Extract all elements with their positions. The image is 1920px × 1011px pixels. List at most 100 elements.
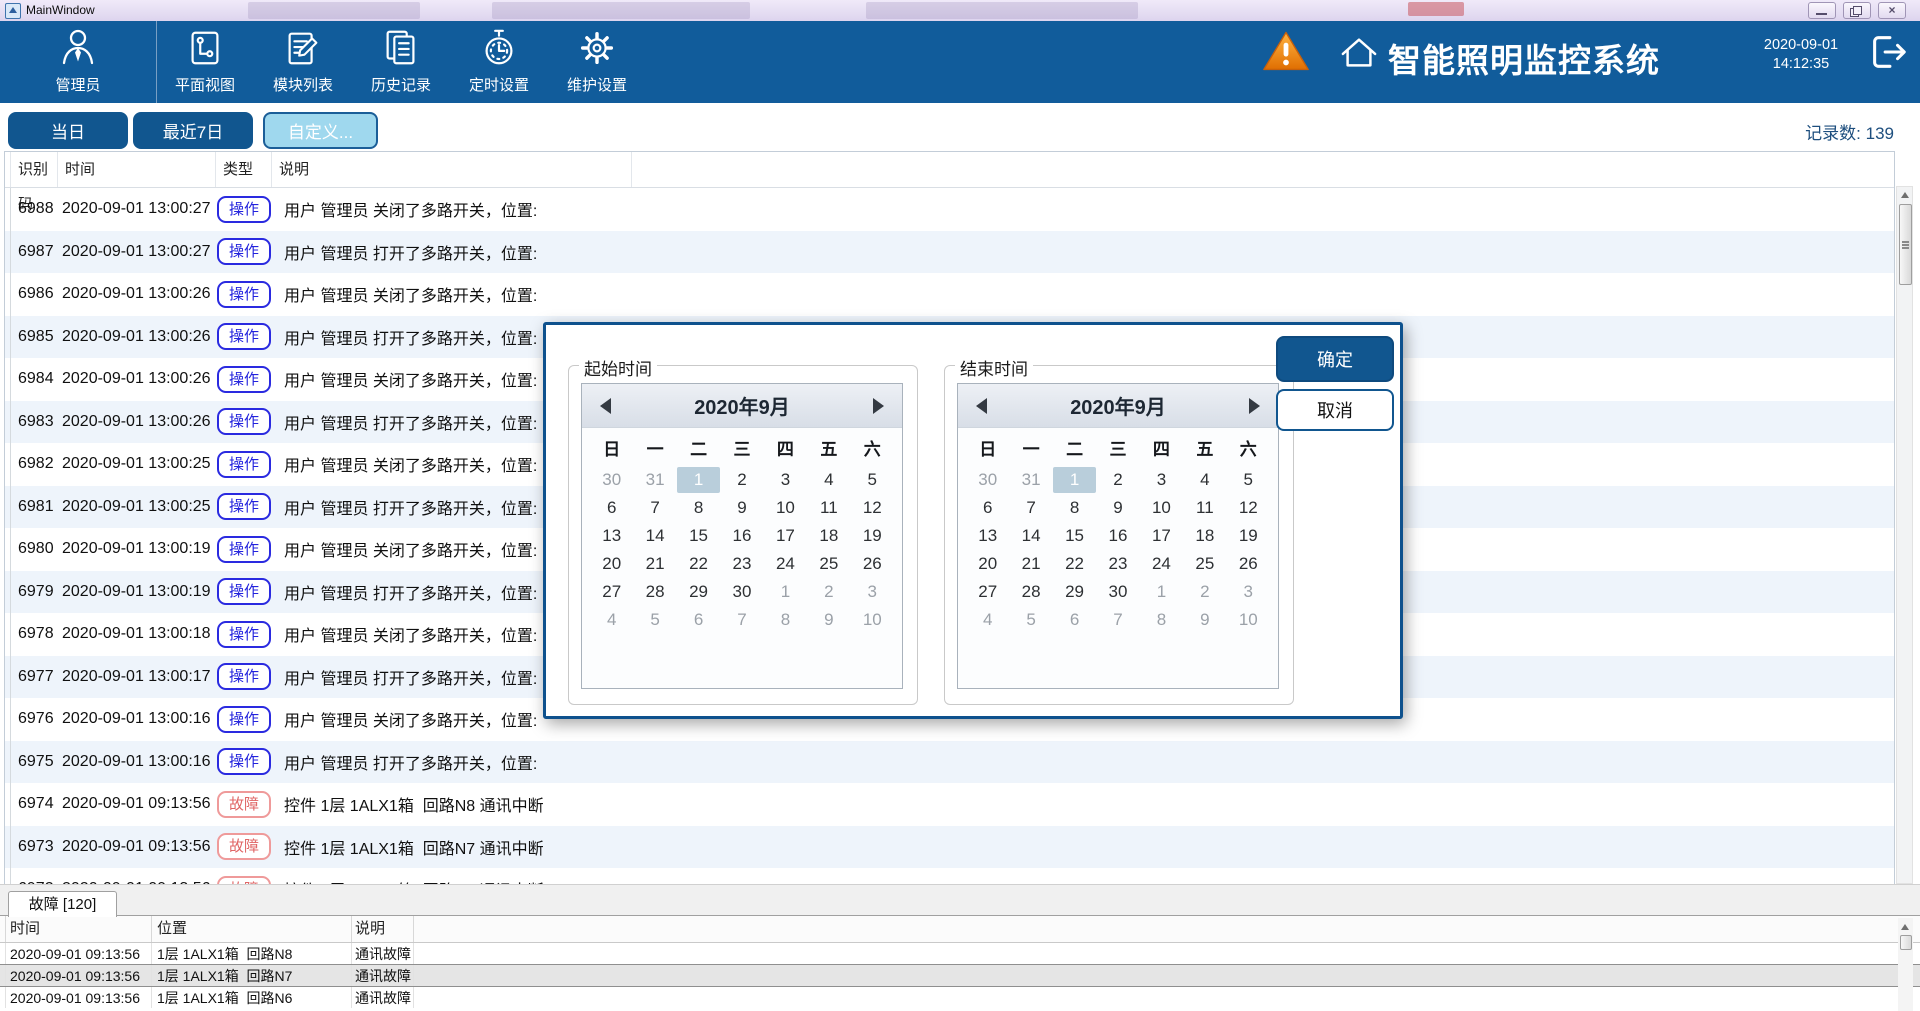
calendar-day[interactable]: 7 xyxy=(720,607,763,633)
calendar-day[interactable]: 24 xyxy=(1140,551,1183,577)
calendar-day[interactable]: 6 xyxy=(966,495,1009,521)
calendar-day[interactable]: 9 xyxy=(807,607,850,633)
calendar-day[interactable]: 10 xyxy=(851,607,894,633)
calendar-day[interactable]: 3 xyxy=(851,579,894,605)
calendar-day[interactable]: 5 xyxy=(851,467,894,493)
column-header-desc[interactable]: 说明 xyxy=(272,152,632,187)
calendar-day[interactable]: 11 xyxy=(807,495,850,521)
column-header-time[interactable]: 时间 xyxy=(58,152,216,187)
calendar-day[interactable]: 7 xyxy=(633,495,676,521)
table-row[interactable]: 6974 2020-09-01 09:13:56 故障 控件 1层 1ALX1箱… xyxy=(5,783,1894,826)
calendar-day[interactable]: 3 xyxy=(1227,579,1270,605)
calendar-day[interactable]: 1 xyxy=(677,467,720,493)
calendar-day[interactable]: 17 xyxy=(764,523,807,549)
calendar-day[interactable]: 12 xyxy=(1227,495,1270,521)
filter-custom-button[interactable]: 自定义... xyxy=(263,112,378,149)
fault-tab[interactable]: 故障 [120] xyxy=(8,891,117,917)
cancel-button[interactable]: 取消 xyxy=(1276,389,1394,431)
prev-month-icon[interactable] xyxy=(600,398,611,414)
calendar-day[interactable]: 8 xyxy=(1140,607,1183,633)
calendar-day[interactable]: 14 xyxy=(633,523,676,549)
logout-button[interactable] xyxy=(1866,31,1910,73)
calendar-day[interactable]: 26 xyxy=(851,551,894,577)
nav-item-history[interactable]: 历史记录 xyxy=(352,21,450,103)
calendar-day[interactable]: 2 xyxy=(1096,467,1139,493)
calendar-day[interactable]: 18 xyxy=(807,523,850,549)
calendar-day[interactable]: 7 xyxy=(1096,607,1139,633)
fault-column-desc[interactable]: 说明 xyxy=(352,916,414,942)
table-row[interactable]: 6975 2020-09-01 13:00:16 操作 用户 管理员 打开了多路… xyxy=(5,741,1894,784)
calendar-day[interactable]: 4 xyxy=(590,607,633,633)
ok-button[interactable]: 确定 xyxy=(1276,336,1394,382)
calendar-day[interactable]: 31 xyxy=(1009,467,1052,493)
minimize-button[interactable] xyxy=(1808,2,1836,19)
calendar-day[interactable]: 10 xyxy=(764,495,807,521)
prev-month-icon[interactable] xyxy=(976,398,987,414)
column-header-type[interactable]: 类型 xyxy=(216,152,272,187)
fault-row[interactable]: 2020-09-01 09:13:56 1层 1ALX1箱 回路N8 通讯故障 xyxy=(0,943,1920,964)
scroll-up-arrow-icon[interactable] xyxy=(1901,924,1909,930)
calendar-day[interactable]: 8 xyxy=(764,607,807,633)
calendar-day[interactable]: 20 xyxy=(966,551,1009,577)
calendar-day[interactable]: 3 xyxy=(764,467,807,493)
table-row[interactable]: 6972 2020-09-01 09:13:56 故障 控件 1层 1ALX1箱… xyxy=(5,868,1894,885)
calendar-day[interactable]: 23 xyxy=(720,551,763,577)
calendar-day[interactable]: 10 xyxy=(1227,607,1270,633)
calendar-day[interactable]: 23 xyxy=(1096,551,1139,577)
calendar-day[interactable]: 5 xyxy=(1009,607,1052,633)
fault-column-location[interactable]: 位置 xyxy=(152,916,352,942)
calendar-day[interactable]: 2 xyxy=(720,467,763,493)
calendar-day[interactable]: 13 xyxy=(966,523,1009,549)
fault-scrollbar[interactable] xyxy=(1898,918,1913,1011)
calendar-day[interactable]: 30 xyxy=(966,467,1009,493)
calendar-day[interactable]: 8 xyxy=(677,495,720,521)
table-row[interactable]: 6988 2020-09-01 13:00:27 操作 用户 管理员 关闭了多路… xyxy=(5,188,1894,231)
calendar-day[interactable]: 5 xyxy=(633,607,676,633)
calendar-day[interactable]: 5 xyxy=(1227,467,1270,493)
filter-last7days-button[interactable]: 最近7日 xyxy=(133,112,253,149)
calendar-day[interactable]: 25 xyxy=(807,551,850,577)
nav-item-maintenance-settings[interactable]: 维护设置 xyxy=(548,21,646,103)
calendar-day[interactable]: 28 xyxy=(1009,579,1052,605)
calendar-day[interactable]: 28 xyxy=(633,579,676,605)
calendar-day[interactable]: 22 xyxy=(677,551,720,577)
next-month-icon[interactable] xyxy=(1249,398,1260,414)
scroll-up-arrow-icon[interactable] xyxy=(1901,192,1909,198)
calendar-day[interactable]: 19 xyxy=(1227,523,1270,549)
calendar-day[interactable]: 17 xyxy=(1140,523,1183,549)
calendar-day[interactable]: 1 xyxy=(1053,467,1096,493)
calendar-day[interactable]: 13 xyxy=(590,523,633,549)
nav-item-timer-settings[interactable]: 定时设置 xyxy=(450,21,548,103)
warning-triangle-icon[interactable] xyxy=(1262,29,1310,73)
next-month-icon[interactable] xyxy=(873,398,884,414)
calendar-day[interactable]: 4 xyxy=(807,467,850,493)
calendar-day[interactable]: 30 xyxy=(720,579,763,605)
fault-row[interactable]: 2020-09-01 09:13:56 1层 1ALX1箱 回路N7 通讯故障 xyxy=(0,964,1920,987)
fault-column-time[interactable]: 时间 xyxy=(6,916,152,942)
calendar-day[interactable]: 6 xyxy=(590,495,633,521)
calendar-day[interactable]: 1 xyxy=(1140,579,1183,605)
calendar-day[interactable]: 26 xyxy=(1227,551,1270,577)
calendar-day[interactable]: 15 xyxy=(1053,523,1096,549)
calendar-day[interactable]: 9 xyxy=(720,495,763,521)
calendar-day[interactable]: 25 xyxy=(1183,551,1226,577)
scrollbar-thumb[interactable] xyxy=(1900,935,1912,950)
nav-item-module-list[interactable]: 模块列表 xyxy=(254,21,352,103)
calendar-day[interactable]: 30 xyxy=(1096,579,1139,605)
calendar-day[interactable]: 10 xyxy=(1140,495,1183,521)
calendar-day[interactable]: 6 xyxy=(1053,607,1096,633)
calendar-day[interactable]: 29 xyxy=(1053,579,1096,605)
calendar-day[interactable]: 21 xyxy=(1009,551,1052,577)
calendar-day[interactable]: 12 xyxy=(851,495,894,521)
calendar-day[interactable]: 2 xyxy=(1183,579,1226,605)
calendar-day[interactable]: 1 xyxy=(764,579,807,605)
close-button[interactable]: × xyxy=(1878,2,1906,19)
calendar-day[interactable]: 30 xyxy=(590,467,633,493)
calendar-day[interactable]: 11 xyxy=(1183,495,1226,521)
calendar-day[interactable]: 20 xyxy=(590,551,633,577)
nav-item-floorplan[interactable]: 平面视图 xyxy=(156,21,254,103)
calendar-day[interactable]: 9 xyxy=(1096,495,1139,521)
history-scrollbar[interactable] xyxy=(1896,186,1913,884)
table-row[interactable]: 6973 2020-09-01 09:13:56 故障 控件 1层 1ALX1箱… xyxy=(5,826,1894,869)
calendar-day[interactable]: 2 xyxy=(807,579,850,605)
